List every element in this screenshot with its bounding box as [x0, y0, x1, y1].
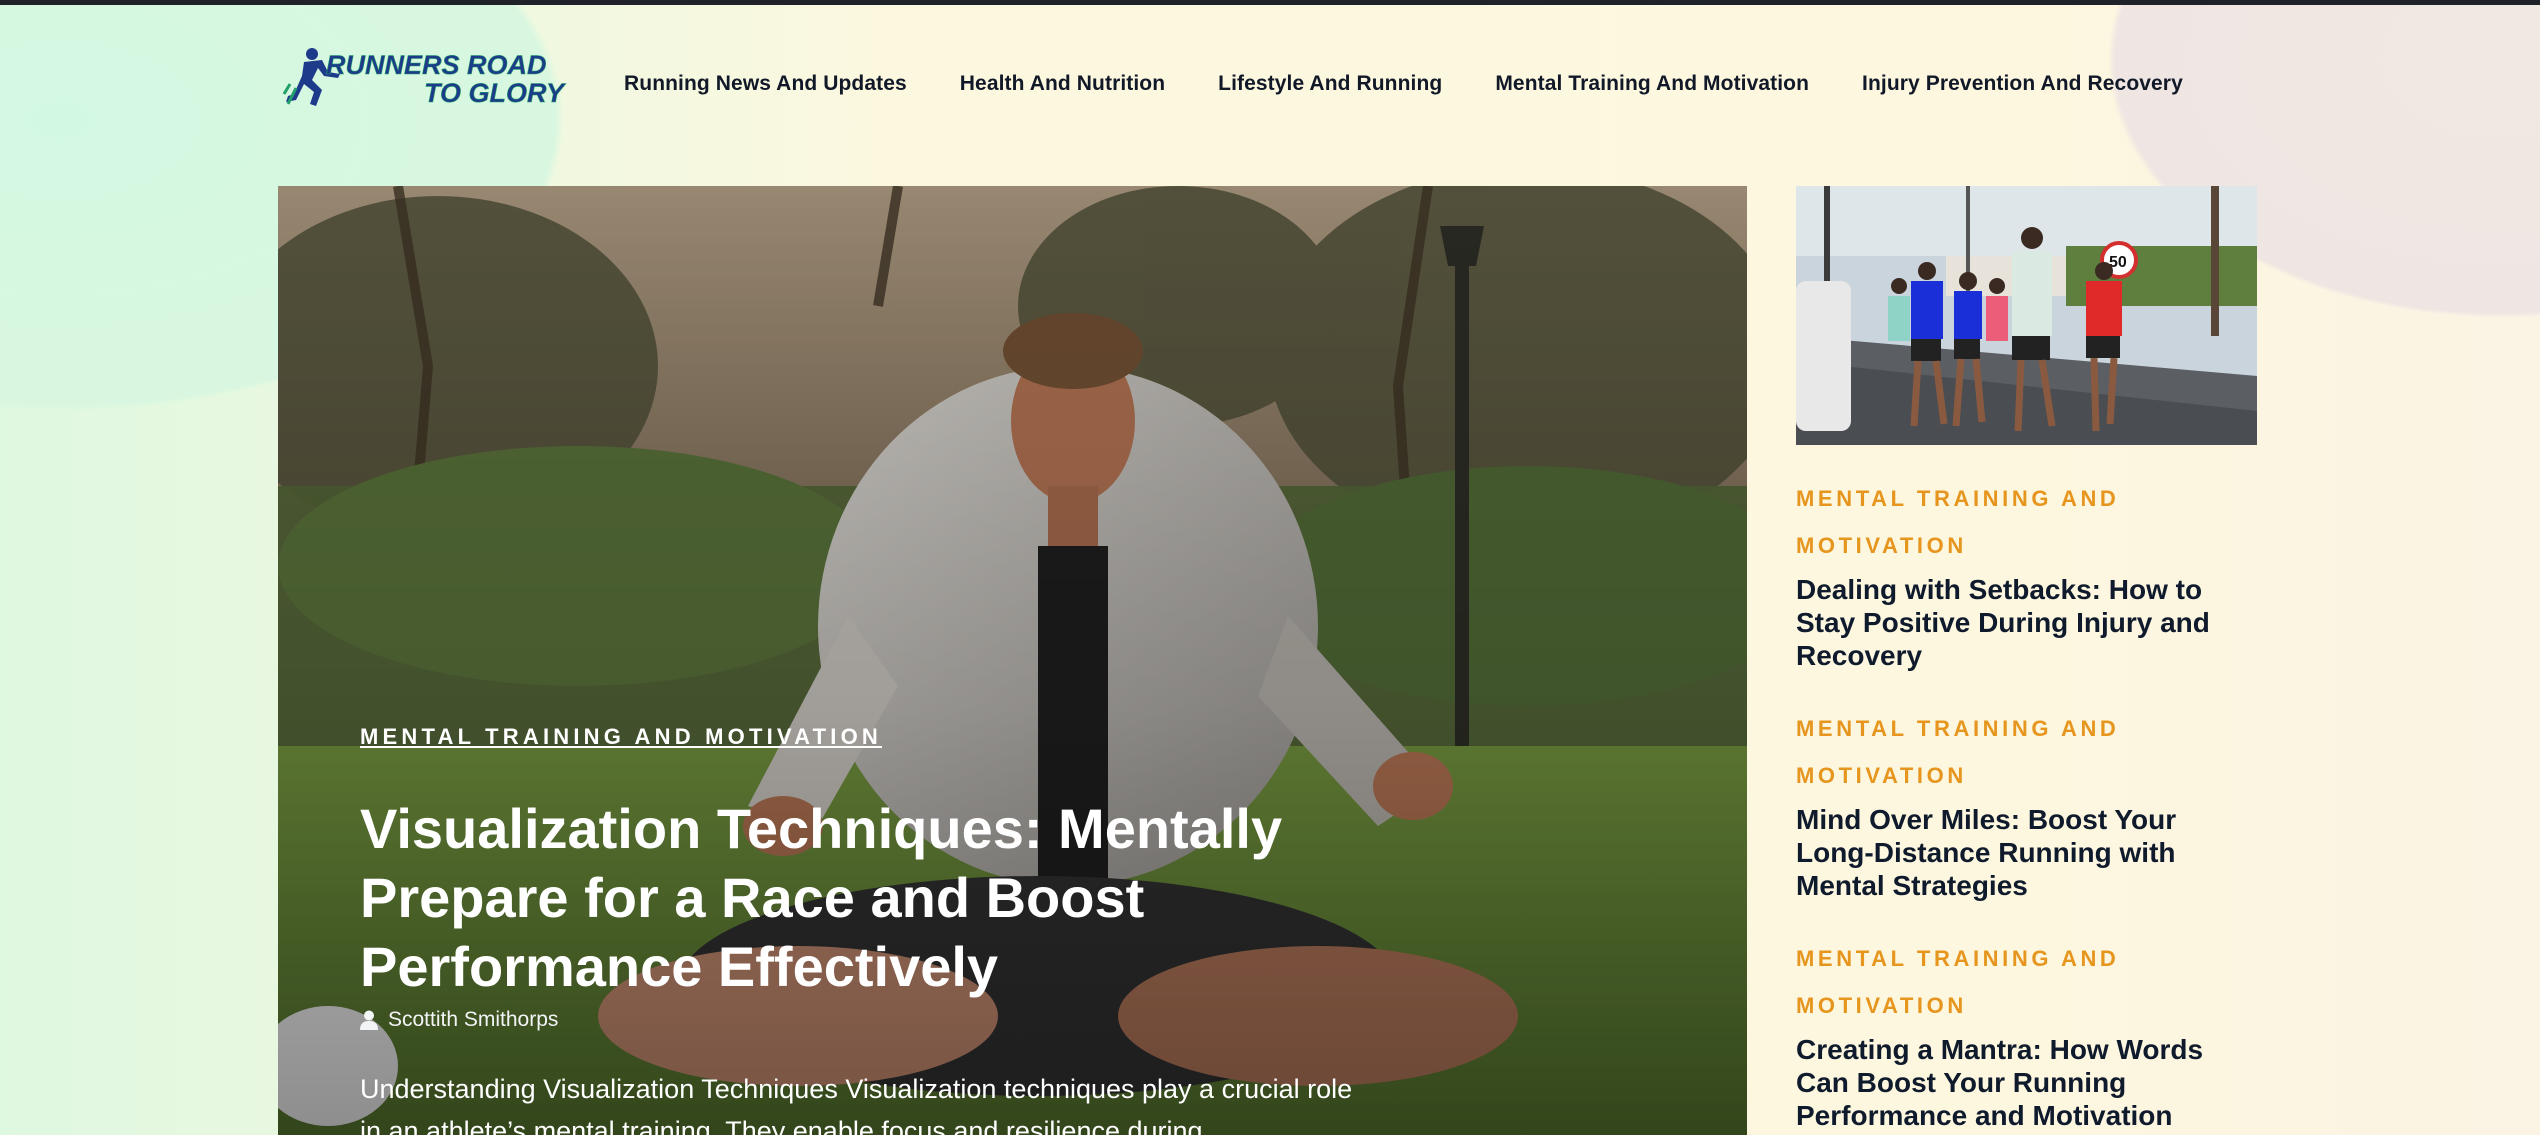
sidebar-post-category-link[interactable]: MENTAL TRAINING AND MOTIVATION [1796, 475, 2236, 569]
nav-item-health-nutrition[interactable]: Health And Nutrition [960, 72, 1165, 96]
hero-excerpt: Understanding Visualization Techniques V… [360, 1074, 1353, 1135]
hero-title-link[interactable]: Visualization Techniques: Mentally Prepa… [360, 794, 1400, 1001]
sidebar-post-title-link[interactable]: Mind Over Miles: Boost Your Long-Distanc… [1796, 803, 2236, 902]
logo-line-2: TO GLORY [424, 78, 567, 108]
sidebar-post-title-link[interactable]: Dealing with Setbacks: How to Stay Posit… [1796, 573, 2236, 672]
main-nav: Running News And Updates Health And Nutr… [624, 72, 2236, 96]
logo-image: RUNNERS ROAD TO GLORY [282, 48, 567, 108]
sidebar-post-category-link[interactable]: MENTAL TRAINING AND MOTIVATION [1796, 935, 2236, 1029]
runners-race-image: 50 [1796, 186, 2257, 445]
sidebar-post: MENTAL TRAINING AND MOTIVATION Creating … [1796, 935, 2236, 1132]
nav-item-injury-prevention[interactable]: Injury Prevention And Recovery [1862, 72, 2183, 96]
hero-article[interactable]: MENTAL TRAINING AND MOTIVATION Visualiza… [278, 186, 1747, 1135]
sidebar-featured-image[interactable]: 50 [1796, 186, 2257, 445]
hero-author: Scottith Smithorps [360, 1008, 558, 1032]
user-icon [360, 1010, 378, 1030]
nav-item-running-news[interactable]: Running News And Updates [624, 72, 907, 96]
sidebar-post: MENTAL TRAINING AND MOTIVATION Mind Over… [1796, 705, 2236, 902]
nav-item-lifestyle[interactable]: Lifestyle And Running [1218, 72, 1442, 96]
sidebar-post-category-link[interactable]: MENTAL TRAINING AND MOTIVATION [1796, 705, 2236, 799]
logo-line-1: RUNNERS ROAD [326, 50, 547, 80]
sidebar-post: MENTAL TRAINING AND MOTIVATION Dealing w… [1796, 475, 2236, 672]
sidebar-post-title-link[interactable]: Creating a Mantra: How Words Can Boost Y… [1796, 1033, 2236, 1132]
hero-category-link[interactable]: MENTAL TRAINING AND MOTIVATION [360, 724, 882, 750]
nav-item-mental-training[interactable]: Mental Training And Motivation [1495, 72, 1809, 96]
browser-top-bar [0, 0, 2540, 5]
hero-author-link[interactable]: Scottith Smithorps [388, 1008, 558, 1032]
